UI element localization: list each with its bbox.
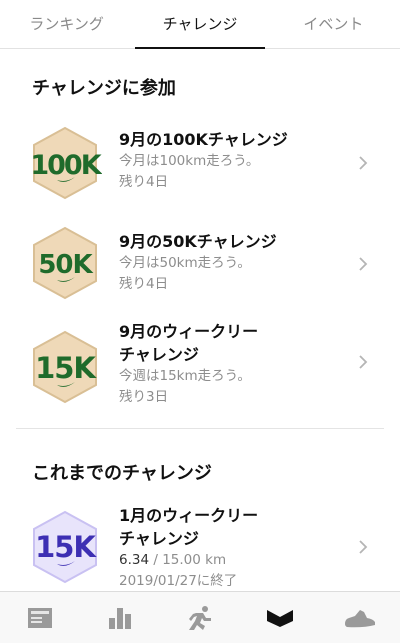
- challenge-remaining: 残り3日: [119, 389, 169, 405]
- challenge-item-50k[interactable]: 50K 9月の50Kチャレンジ 今月は50km走ろう。 残り4日: [0, 220, 400, 310]
- challenge-remaining: 残り4日: [119, 276, 169, 292]
- shoe-icon: [345, 609, 375, 627]
- svg-text:100K: 100K: [30, 150, 102, 181]
- nav-stats[interactable]: [80, 592, 160, 643]
- past-section-title: これまでのチャレンジ: [32, 463, 212, 484]
- top-tabs: ランキング チャレンジ イベント: [0, 0, 400, 49]
- nav-challenges[interactable]: [240, 592, 320, 643]
- progress-total: / 15.00 km: [149, 552, 227, 568]
- join-section-title: チャレンジに参加: [32, 78, 176, 99]
- challenges-icon: [267, 609, 293, 627]
- challenge-remaining: 残り4日: [119, 174, 169, 190]
- challenge-title-line1: 1月のウィークリー: [119, 506, 259, 525]
- past-challenge-item-15k[interactable]: 15K 1月のウィークリー チャレンジ 6.34 / 15.00 km 2019…: [0, 502, 400, 590]
- section-divider: [16, 428, 384, 429]
- tab-challenges[interactable]: チャレンジ: [133, 0, 266, 49]
- challenge-title-line1: 9月のウィークリー: [119, 322, 259, 341]
- chevron-right-icon: [359, 257, 368, 271]
- challenge-item-15k-weekly[interactable]: 15K 9月のウィークリー チャレンジ 今週は15km走ろう。 残り3日: [0, 318, 400, 418]
- badge-50k-icon: 50K: [33, 226, 97, 300]
- chevron-right-icon: [359, 540, 368, 554]
- svg-text:15K: 15K: [35, 530, 97, 564]
- chevron-right-icon: [359, 355, 368, 369]
- feed-icon: [28, 607, 52, 628]
- challenge-description: 今月は50km走ろう。: [119, 255, 251, 271]
- progress-value: 6.34: [119, 552, 150, 568]
- badge-100k-icon: 100K: [30, 126, 102, 200]
- nav-shoes[interactable]: [320, 592, 400, 643]
- challenge-title: 9月の50Kチャレンジ: [119, 232, 277, 251]
- challenge-description: 今月は100km走ろう。: [119, 153, 260, 169]
- svg-text:50K: 50K: [38, 250, 93, 280]
- bottom-navigation: [0, 591, 400, 643]
- badge-15k-icon: 15K: [33, 330, 98, 404]
- stats-icon: [109, 607, 131, 629]
- tab-ranking[interactable]: ランキング: [0, 0, 133, 48]
- challenge-progress: 6.34 / 15.00 km: [119, 550, 360, 571]
- badge-15k-purple-icon: 15K: [33, 510, 98, 584]
- svg-text:15K: 15K: [35, 351, 97, 385]
- challenge-title-line2: チャレンジ: [119, 345, 199, 364]
- chevron-right-icon: [359, 156, 368, 170]
- challenge-ended-date: 2019/01/27に終了: [119, 573, 238, 589]
- nav-feed[interactable]: [0, 592, 80, 643]
- run-icon: [189, 605, 211, 630]
- challenge-title: 9月の100Kチャレンジ: [119, 130, 288, 149]
- challenge-title-line2: チャレンジ: [119, 529, 199, 548]
- challenge-item-100k[interactable]: 100K 9月の100Kチャレンジ 今月は100km走ろう。 残り4日: [0, 118, 400, 208]
- tab-events[interactable]: イベント: [267, 0, 400, 48]
- challenge-description: 今週は15km走ろう。: [119, 368, 251, 384]
- nav-run[interactable]: [160, 592, 240, 643]
